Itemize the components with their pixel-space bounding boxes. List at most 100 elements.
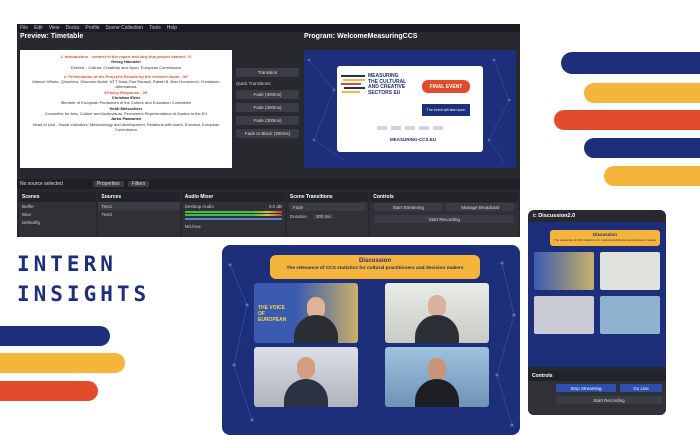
- source-item[interactable]: Text2: [98, 210, 179, 218]
- go-live-button[interactable]: Go Live: [620, 384, 662, 392]
- phone-controls-dock: Controls Stop Streaming Go Live Start Re…: [528, 371, 666, 415]
- no-source-label: No source selected: [20, 181, 63, 187]
- sources-dock: Sources Text1 Text2: [98, 192, 180, 237]
- program-title: Program: WelcomeMeasuringCCS: [304, 33, 418, 40]
- menu-help[interactable]: Help: [167, 25, 177, 31]
- source-status-bar: No source selected Properties Filters: [17, 179, 520, 189]
- discussion-banner: Discussion The relevance of CCS statisti…: [270, 255, 480, 279]
- discussion-subtitle: The relevance of CCS statistics for cult…: [286, 266, 464, 271]
- phone-start-recording-button[interactable]: Start Recording: [556, 396, 662, 404]
- video-tile-2: [385, 283, 489, 343]
- decor-pill-navy-2: [584, 138, 700, 158]
- preview-title: Preview: Timetable: [20, 33, 84, 40]
- menu-bar: File Edit View Docks Profile Scene Colle…: [17, 24, 520, 32]
- decor-pill-red-left: [0, 381, 98, 401]
- program-canvas: MEASURING THE CULTURAL AND CREATIVE SECT…: [304, 50, 516, 168]
- audio-meter: [184, 214, 282, 216]
- video-tile-1: THE VOICE OF EUROPEAN: [254, 283, 358, 343]
- decor-pill-red-1: [554, 110, 700, 130]
- decor-pill-orange-1: [584, 83, 700, 103]
- scene-item[interactable]: Defaultfg: [19, 218, 96, 226]
- dock-area: Scenes Buffer Blue Defaultfg Sources Tex…: [17, 192, 520, 237]
- phone-controls-title: Controls: [528, 371, 666, 381]
- fade-button[interactable]: Fade (300ms): [236, 116, 299, 125]
- menu-tools[interactable]: Tools: [149, 25, 161, 31]
- website-url: MEASURING-CCS.EU: [390, 137, 437, 142]
- desktop-audio-label: Desktop Audio: [184, 203, 214, 209]
- research-team: Manuel Villoria, Q/metrica, Giacomo Bufa…: [32, 79, 220, 90]
- duration-input[interactable]: 300 ms: [312, 213, 334, 219]
- scene-item[interactable]: Buffer: [19, 202, 96, 210]
- phone-video-tile: [600, 296, 660, 334]
- participant-head: [428, 295, 446, 317]
- scene-item[interactable]: Blue: [19, 210, 96, 218]
- sources-title: Sources: [98, 192, 180, 202]
- heading-line-1: INTERN: [17, 252, 117, 276]
- participant-body: [284, 379, 328, 407]
- source-item[interactable]: Text1: [98, 202, 180, 210]
- video-tile-3: [254, 347, 358, 407]
- stop-streaming-button[interactable]: Stop Streaming: [556, 384, 616, 392]
- sponsor-logos: [377, 126, 443, 130]
- start-soon-label: The event will start soon: [422, 104, 470, 116]
- fade-button[interactable]: Fade (300ms): [236, 90, 299, 99]
- participant-body: [294, 315, 339, 343]
- transition-select[interactable]: Fade: [289, 203, 366, 211]
- scene-transitions-dock: Scene Transitions Fade Duration 300 ms: [286, 192, 369, 237]
- scene-transitions-title: Scene Transitions: [286, 192, 369, 202]
- duration-label: Duration: [289, 213, 307, 219]
- phone-banner: Discussion The relevance of CCS statisti…: [550, 230, 660, 246]
- transition-panel: Transition Quick Transitions Fade (300ms…: [236, 68, 299, 142]
- phone-scene-title: t: Discussion2.0: [533, 213, 576, 219]
- ccs-logo-text: MEASURING THE CULTURAL AND CREATIVE SECT…: [368, 73, 407, 96]
- final-event-badge: FINAL EVENT: [422, 80, 470, 93]
- discussion-title: Discussion: [358, 258, 391, 264]
- obs-window: File Edit View Docks Profile Scene Colle…: [17, 24, 520, 237]
- start-streaming-button[interactable]: Start Streaming: [374, 203, 443, 211]
- desktop-audio-db: 0.0 dB: [268, 203, 282, 209]
- menu-scene-collection[interactable]: Scene Collection: [106, 25, 144, 31]
- filters-button[interactable]: Filters: [127, 181, 150, 187]
- properties-button[interactable]: Properties: [92, 181, 124, 187]
- decor-pill-navy-left: [0, 326, 110, 346]
- controls-dock: Controls Start Streaming Manage Broadcas…: [370, 192, 519, 237]
- fade-to-black-button[interactable]: Fade to Black (300ms): [236, 129, 299, 138]
- phone-program-view: Discussion The relevance of CCS statisti…: [528, 222, 666, 367]
- menu-edit[interactable]: Edit: [34, 25, 43, 31]
- decor-pill-orange-2: [604, 166, 700, 186]
- menu-view[interactable]: View: [49, 25, 60, 31]
- fade-button[interactable]: Fade (300ms): [236, 103, 299, 112]
- heading-line-2: INSIGHTS: [17, 282, 151, 306]
- decor-pill-navy-top: [561, 52, 700, 74]
- event-card: MEASURING THE CULTURAL AND CREATIVE SECT…: [337, 66, 483, 152]
- audio-meter: [184, 211, 282, 213]
- participant-body: [415, 379, 459, 407]
- speaker-role: Head of Unit - Social Indicators; Method…: [32, 121, 220, 132]
- transition-button[interactable]: Transition: [236, 68, 299, 77]
- obs-phone-screenshot: t: Discussion2.0 Discussion The relevanc…: [528, 210, 666, 415]
- mic-aux-label: Mic/Aux: [184, 223, 201, 229]
- menu-docks[interactable]: Docks: [65, 25, 79, 31]
- menu-file[interactable]: File: [20, 25, 28, 31]
- preview-canvas: 1. Introduction - context of the report …: [20, 50, 232, 168]
- participant-head: [297, 357, 315, 379]
- scenes-dock: Scenes Buffer Blue Defaultfg: [19, 192, 97, 237]
- volume-slider[interactable]: [184, 218, 282, 220]
- participant-head: [428, 358, 446, 380]
- video-tile-4: [385, 347, 489, 407]
- tile-banner-text: THE VOICE OF EUROPEAN: [258, 305, 287, 323]
- phone-video-tile: [534, 296, 594, 334]
- phone-video-tile: [534, 252, 594, 290]
- discussion-panel: Discussion The relevance of CCS statisti…: [222, 245, 520, 435]
- audio-mixer-dock: Audio Mixer Desktop Audio 0.0 dB Mic/Aux: [181, 192, 285, 237]
- phone-banner-title: Discussion: [592, 232, 617, 237]
- ccs-logo-icon: [341, 75, 365, 93]
- quick-transitions-label: Quick Transitions: [236, 81, 271, 86]
- manage-broadcast-button[interactable]: Manage Broadcast: [446, 203, 515, 211]
- scenes-title: Scenes: [19, 192, 97, 202]
- start-recording-button[interactable]: Start Recording: [374, 215, 515, 223]
- decor-pill-orange-left: [0, 353, 125, 373]
- phone-banner-subtitle: The relevance of CCS statistics for cult…: [553, 238, 657, 242]
- menu-profile[interactable]: Profile: [85, 25, 99, 31]
- controls-title: Controls: [370, 192, 519, 202]
